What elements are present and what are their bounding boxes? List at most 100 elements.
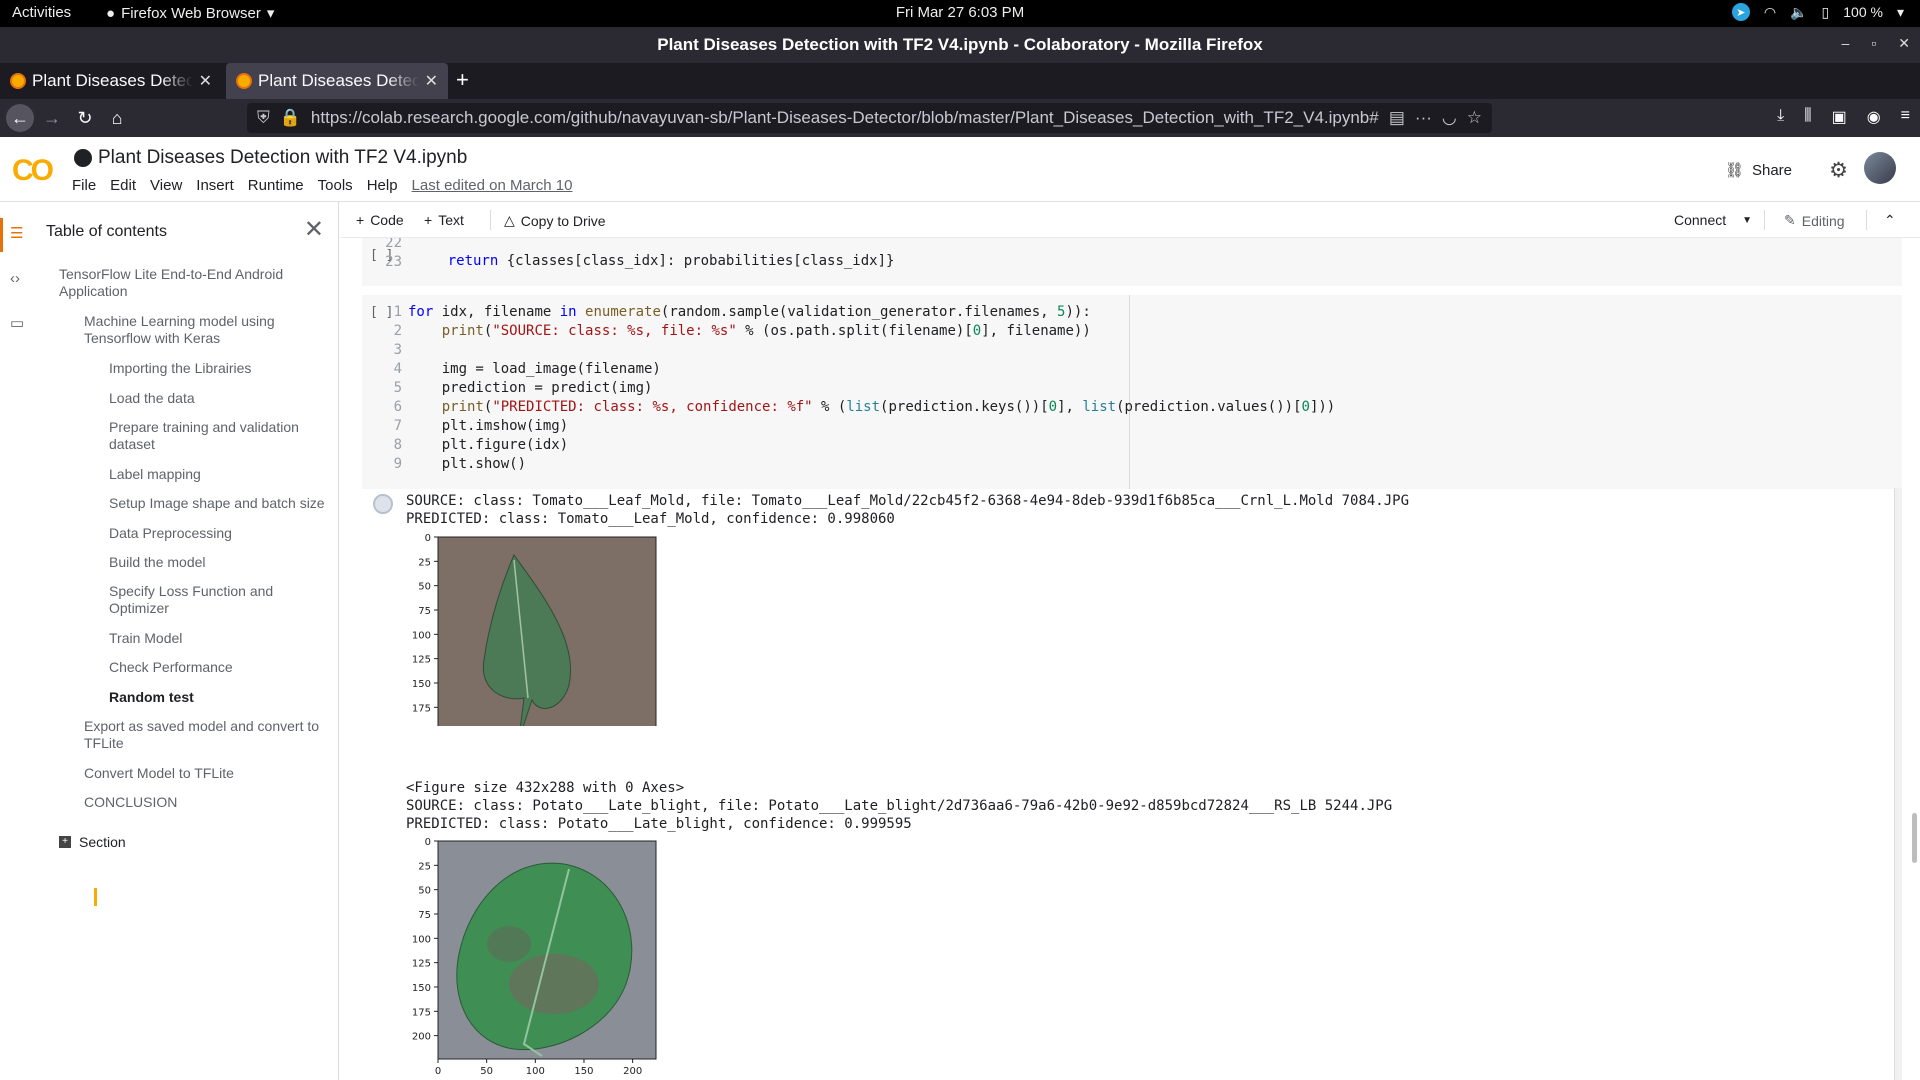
menu-view[interactable]: View xyxy=(150,177,182,194)
leaf-plot-2: 0 25 50 75 100 125 150 175 200 0 50 100 150 200 xyxy=(412,837,657,1077)
add-code-button[interactable]: + Code xyxy=(356,212,404,228)
notebook-title[interactable]: Plant Diseases Detection with TF2 V4.ipy… xyxy=(74,147,467,169)
code-cell[interactable]: [ ] 1 2 3 4 5 6 7 8 9 for idx, filename … xyxy=(362,295,1902,489)
copy-to-drive-button[interactable]: △ Copy to Drive xyxy=(504,212,606,229)
lock-icon[interactable]: 🔒 xyxy=(280,108,301,128)
pocket-icon[interactable]: ◡ xyxy=(1442,108,1457,128)
account-icon[interactable]: ◉ xyxy=(1867,107,1881,127)
toc-item[interactable]: Convert Model to TFLite xyxy=(84,765,324,782)
last-edited-link[interactable]: Last edited on March 10 xyxy=(412,177,573,194)
code-cell[interactable]: [ ] 22 23 return {classes[class_idx]: pr… xyxy=(362,238,1902,286)
toc-item[interactable]: Label mapping xyxy=(109,466,329,483)
y-tick-label: 100 xyxy=(412,934,431,945)
wifi-icon: ◠ xyxy=(1763,3,1777,20)
notebook-title-text[interactable]: Plant Diseases Detection with TF2 V4.ipy… xyxy=(98,147,467,169)
close-icon[interactable]: ✕ xyxy=(304,215,324,244)
new-tab-icon[interactable]: + xyxy=(456,67,469,93)
output-actions-icon[interactable] xyxy=(373,494,393,514)
x-tick-label: 200 xyxy=(623,1066,642,1077)
menu-edit[interactable]: Edit xyxy=(110,177,136,194)
share-label: Share xyxy=(1751,161,1792,179)
activities-button[interactable]: Activities xyxy=(12,4,71,21)
app-menu[interactable]: ● Firefox Web Browser ▾ xyxy=(106,4,274,23)
browser-tab-active[interactable]: Plant Diseases Detecti ✕ xyxy=(226,63,448,99)
maximize-icon[interactable]: ▫ xyxy=(1871,35,1876,52)
y-tick-label: 75 xyxy=(418,910,431,921)
output-scrollbar[interactable] xyxy=(1894,488,1902,1080)
menu-insert[interactable]: Insert xyxy=(196,177,234,194)
menu-tools[interactable]: Tools xyxy=(318,177,353,194)
close-window-icon[interactable]: ✕ xyxy=(1898,35,1910,52)
downloads-icon[interactable]: ⤓ xyxy=(1777,107,1784,127)
back-icon[interactable]: ← xyxy=(6,104,34,132)
close-tab-icon[interactable]: ✕ xyxy=(199,71,212,91)
menu-help[interactable]: Help xyxy=(367,177,398,194)
system-tray[interactable]: ➤ ◠ 🔈 ▯ 100 % ▾ xyxy=(1731,3,1904,21)
add-section-button[interactable]: + Section xyxy=(59,834,126,850)
toc-item[interactable]: Export as saved model and convert to TFL… xyxy=(84,718,324,752)
reader-view-icon[interactable]: ▤ xyxy=(1389,108,1405,128)
toc-item[interactable]: TensorFlow Lite End-to-End Android Appli… xyxy=(59,266,299,300)
power-menu-icon[interactable]: ▾ xyxy=(1897,4,1904,21)
url-text[interactable]: https://colab.research.google.com/github… xyxy=(311,108,1379,128)
plus-box-icon: + xyxy=(59,836,71,848)
reload-icon[interactable]: ↻ xyxy=(71,104,99,132)
add-text-button[interactable]: + Text xyxy=(424,212,464,228)
pencil-icon: ✎ xyxy=(1784,212,1796,228)
bookmark-star-icon[interactable]: ☆ xyxy=(1467,108,1482,128)
hamburger-menu-icon[interactable]: ≡ xyxy=(1901,107,1910,127)
toc-item[interactable]: Data Preprocessing xyxy=(109,525,329,542)
y-tick-label: 175 xyxy=(412,703,431,714)
clock[interactable]: Fri Mar 27 6:03 PM xyxy=(0,4,1920,21)
menu-runtime[interactable]: Runtime xyxy=(248,177,304,194)
toc-item[interactable]: Prepare training and validation dataset xyxy=(109,419,329,453)
drive-icon: △ xyxy=(504,212,515,228)
connect-button[interactable]: Connect ▼ xyxy=(1674,212,1752,228)
editing-mode-button[interactable]: ✎ Editing xyxy=(1784,212,1845,229)
toc-item-current[interactable]: Random test xyxy=(109,689,329,706)
minimize-icon[interactable]: – xyxy=(1842,35,1850,52)
home-icon[interactable]: ⌂ xyxy=(103,104,131,132)
github-icon xyxy=(74,149,92,167)
section-label: Section xyxy=(79,834,126,850)
active-rail-marker xyxy=(0,218,3,252)
gear-icon[interactable]: ⚙ xyxy=(1829,158,1848,183)
code-editor[interactable]: for idx, filename in enumerate(random.sa… xyxy=(408,303,1335,474)
toc-item[interactable]: Load the data xyxy=(109,390,329,407)
window-title-bar: Plant Diseases Detection with TF2 V4.ipy… xyxy=(0,27,1920,63)
url-bar[interactable]: ⛨ 🔒 https://colab.research.google.com/gi… xyxy=(247,103,1492,133)
code-snippets-icon[interactable]: ‹› xyxy=(10,270,20,287)
files-folder-icon[interactable]: ▭ xyxy=(10,314,24,332)
toc-item[interactable]: Machine Learning model using Tensorflow … xyxy=(84,313,324,347)
browser-tab[interactable]: Plant Diseases Detecti ✕ xyxy=(0,63,222,99)
toc-item[interactable]: Train Model xyxy=(109,630,329,647)
page-scrollbar-thumb[interactable] xyxy=(1912,813,1917,863)
close-tab-icon[interactable]: ✕ xyxy=(425,71,438,91)
y-tick-label: 125 xyxy=(412,655,431,666)
toc-item[interactable]: Specify Loss Function and Optimizer xyxy=(109,583,329,617)
toc-item[interactable]: Build the model xyxy=(109,554,329,571)
forward-icon[interactable]: → xyxy=(38,104,66,132)
table-of-contents-panel: Table of contents ✕ TensorFlow Lite End-… xyxy=(38,202,339,1080)
page-actions-icon[interactable]: ··· xyxy=(1415,108,1432,128)
toc-item[interactable]: CONCLUSION xyxy=(84,794,324,811)
side-rail: ☰ ‹› ▭ xyxy=(0,202,38,1080)
sidebar-icon[interactable]: ▣ xyxy=(1832,107,1847,127)
y-tick-label: 75 xyxy=(418,606,431,617)
code-line[interactable]: return {classes[class_idx]: probabilitie… xyxy=(414,252,895,271)
avatar[interactable] xyxy=(1864,152,1896,184)
shield-icon[interactable]: ⛨ xyxy=(257,108,270,128)
table-of-contents-icon[interactable]: ☰ xyxy=(10,224,23,242)
menu-file[interactable]: File xyxy=(72,177,96,194)
blight-spot xyxy=(509,954,599,1014)
app-name: Firefox Web Browser xyxy=(121,4,261,22)
colab-logo[interactable]: CO xyxy=(12,154,54,188)
telegram-icon[interactable]: ➤ xyxy=(1731,3,1750,21)
toc-item[interactable]: Check Performance xyxy=(109,659,329,676)
toc-item[interactable]: Setup Image shape and batch size xyxy=(109,495,329,512)
toc-item[interactable]: Importing the Librairies xyxy=(109,360,329,377)
share-button[interactable]: ⛓ Share xyxy=(1724,161,1792,180)
library-icon[interactable]: ⫼ xyxy=(1804,107,1811,127)
collapse-header-icon[interactable]: ⌃ xyxy=(1884,212,1896,229)
link-icon: ⛓ xyxy=(1724,162,1744,179)
